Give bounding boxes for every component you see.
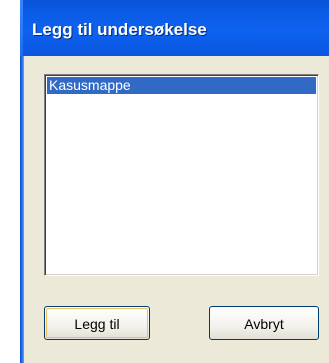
list-item-kasusmappe[interactable]: Kasusmappe	[47, 77, 316, 94]
window-left-border	[20, 56, 24, 363]
title-bar[interactable]: Legg til undersøkelse	[20, 0, 329, 56]
examination-listbox[interactable]: Kasusmappe	[44, 74, 319, 276]
add-examination-dialog: Legg til undersøkelse Kasusmappe Legg ti…	[20, 0, 329, 363]
add-button[interactable]: Legg til	[44, 306, 150, 340]
dialog-title: Legg til undersøkelse	[32, 20, 207, 39]
cancel-button[interactable]: Avbryt	[209, 306, 319, 340]
background-area	[0, 0, 20, 363]
